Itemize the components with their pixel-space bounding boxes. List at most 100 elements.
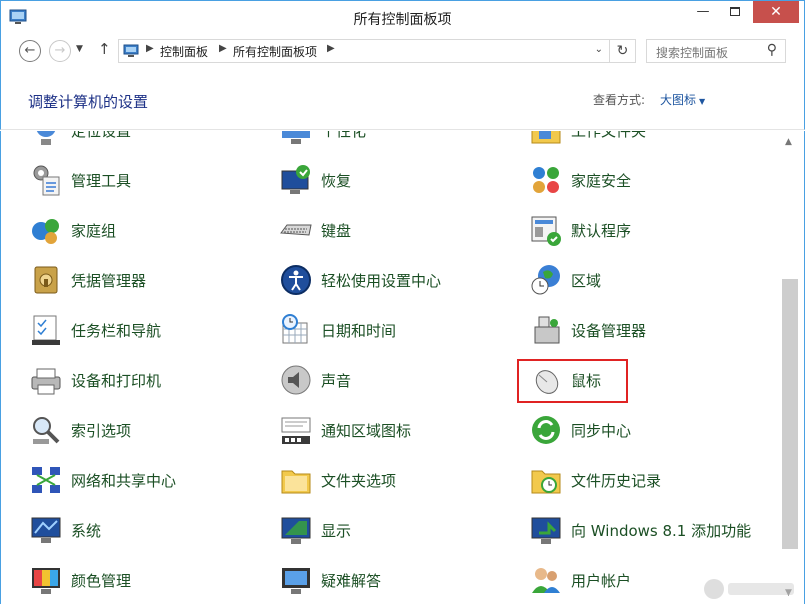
item-label: 声音 (321, 370, 351, 391)
address-dropdown-button[interactable]: ⌄ (595, 44, 603, 55)
control-panel-items: 定位设置 管理工具 家庭组 凭据管理器 任务栏和导航 设备和打印机 索引选项 网… (0, 131, 778, 604)
search-input[interactable]: 搜索控制面板 (656, 44, 728, 61)
window-title: 所有控制面板项 (1, 9, 804, 29)
recovery-icon (279, 163, 313, 197)
troubleshoot-icon (279, 563, 313, 597)
item-display[interactable]: 显示 (279, 509, 519, 553)
item-label: 轻松使用设置中心 (321, 270, 441, 291)
scroll-thumb[interactable] (782, 279, 798, 549)
item-label: 个性化 (321, 131, 366, 141)
item-label: 日期和时间 (321, 320, 396, 341)
work-folders-icon (529, 131, 563, 147)
chevron-down-icon: ▼ (699, 97, 705, 106)
item-admin-tools[interactable]: 管理工具 (29, 159, 269, 203)
item-sound[interactable]: 声音 (279, 359, 519, 403)
index-icon (29, 413, 63, 447)
minimize-button[interactable]: — (688, 1, 718, 23)
device-manager-icon (529, 313, 563, 347)
item-label: 颜色管理 (71, 570, 131, 591)
item-ease-of-access[interactable]: 轻松使用设置中心 (279, 259, 519, 303)
view-by-dropdown[interactable]: 大图标▼ (660, 91, 705, 108)
item-homegroup[interactable]: 家庭组 (29, 209, 269, 253)
maximize-icon (730, 7, 740, 16)
forward-button[interactable]: → (49, 40, 71, 62)
item-label: 工作文件夹 (571, 131, 646, 141)
item-work-folders[interactable]: 工作文件夹 (529, 131, 769, 153)
item-network-sharing[interactable]: 网络和共享中心 (29, 459, 269, 503)
back-button[interactable]: ← (19, 40, 41, 62)
homegroup-icon (29, 213, 63, 247)
item-troubleshooting[interactable]: 疑难解答 (279, 559, 519, 603)
taskbar-icon (29, 313, 63, 347)
item-date-time[interactable]: 日期和时间 (279, 309, 519, 353)
item-device-manager[interactable]: 设备管理器 (529, 309, 769, 353)
item-location-settings[interactable]: 定位设置 (29, 131, 269, 153)
item-label: 家庭安全 (571, 170, 631, 191)
personalize-icon (279, 131, 313, 147)
item-region[interactable]: 区域 (529, 259, 769, 303)
breadcrumb-control-panel[interactable]: 控制面板 (160, 43, 208, 60)
keyboard-icon (279, 213, 313, 247)
breadcrumb-all-items[interactable]: 所有控制面板项 (233, 43, 317, 60)
view-by-value[interactable]: 大图标 (660, 93, 696, 107)
search-box[interactable]: 搜索控制面板 ⚲ (646, 39, 786, 63)
breadcrumb-separator[interactable]: ▶ (327, 43, 335, 54)
item-label: 管理工具 (71, 170, 131, 191)
item-keyboard[interactable]: 键盘 (279, 209, 519, 253)
item-label: 文件历史记录 (571, 470, 661, 491)
item-label: 默认程序 (571, 220, 631, 241)
item-recovery[interactable]: 恢复 (279, 159, 519, 203)
scroll-up-button[interactable]: ▲ (785, 137, 792, 147)
item-credential-manager[interactable]: 凭据管理器 (29, 259, 269, 303)
breadcrumb-separator[interactable]: ▶ (146, 43, 154, 54)
item-indexing-options[interactable]: 索引选项 (29, 409, 269, 453)
address-bar[interactable]: ▶ 控制面板 ▶ 所有控制面板项 ▶ ⌄ (118, 39, 610, 63)
mouse-highlight-box (517, 359, 628, 403)
content-header: 调整计算机的设置 查看方式: 大图标▼ (0, 68, 805, 130)
item-label: 通知区域图标 (321, 420, 411, 441)
item-label: 显示 (321, 520, 351, 541)
ease-access-icon (279, 263, 313, 297)
item-file-history[interactable]: 文件历史记录 (529, 459, 769, 503)
item-system[interactable]: 系统 (29, 509, 269, 553)
breadcrumb-separator[interactable]: ▶ (219, 43, 227, 54)
sync-icon (529, 413, 563, 447)
item-label: 用户帐户 (571, 570, 631, 591)
recent-locations-button[interactable]: ▼ (76, 44, 83, 54)
maximize-button[interactable] (720, 1, 750, 23)
item-label: 定位设置 (71, 131, 131, 141)
item-label: 设备和打印机 (71, 370, 161, 391)
item-label: 恢复 (321, 170, 351, 191)
location-icon (29, 131, 63, 147)
item-add-features[interactable]: 向 Windows 8.1 添加功能 (529, 509, 774, 553)
watermark-logo (700, 575, 800, 603)
navigation-bar: ← → ▼ ↑ ▶ 控制面板 ▶ 所有控制面板项 ▶ ⌄ ↻ 搜索控制面板 ⚲ (0, 34, 805, 68)
sound-icon (279, 363, 313, 397)
item-taskbar-navigation[interactable]: 任务栏和导航 (29, 309, 269, 353)
item-family-safety[interactable]: 家庭安全 (529, 159, 769, 203)
display-icon (279, 513, 313, 547)
item-default-programs[interactable]: 默认程序 (529, 209, 769, 253)
item-color-management[interactable]: 颜色管理 (29, 559, 269, 603)
item-notification-area-icons[interactable]: 通知区域图标 (279, 409, 519, 453)
item-label: 文件夹选项 (321, 470, 396, 491)
user-accounts-icon (529, 563, 563, 597)
vertical-scrollbar[interactable]: ▲ ▼ (778, 131, 805, 604)
item-devices-printers[interactable]: 设备和打印机 (29, 359, 269, 403)
view-by-label: 查看方式: (593, 91, 645, 108)
item-folder-options[interactable]: 文件夹选项 (279, 459, 519, 503)
close-button[interactable]: ✕ (753, 1, 799, 23)
page-title: 调整计算机的设置 (28, 91, 148, 112)
item-sync-center[interactable]: 同步中心 (529, 409, 769, 453)
refresh-button[interactable]: ↻ (610, 39, 636, 63)
family-safety-icon (529, 163, 563, 197)
item-personalization[interactable]: 个性化 (279, 131, 519, 153)
network-icon (29, 463, 63, 497)
up-button[interactable]: ↑ (98, 40, 111, 58)
default-programs-icon (529, 213, 563, 247)
item-label: 网络和共享中心 (71, 470, 176, 491)
item-label: 家庭组 (71, 220, 116, 241)
item-label: 疑难解答 (321, 570, 381, 591)
search-icon[interactable]: ⚲ (767, 42, 777, 58)
system-icon (29, 513, 63, 547)
